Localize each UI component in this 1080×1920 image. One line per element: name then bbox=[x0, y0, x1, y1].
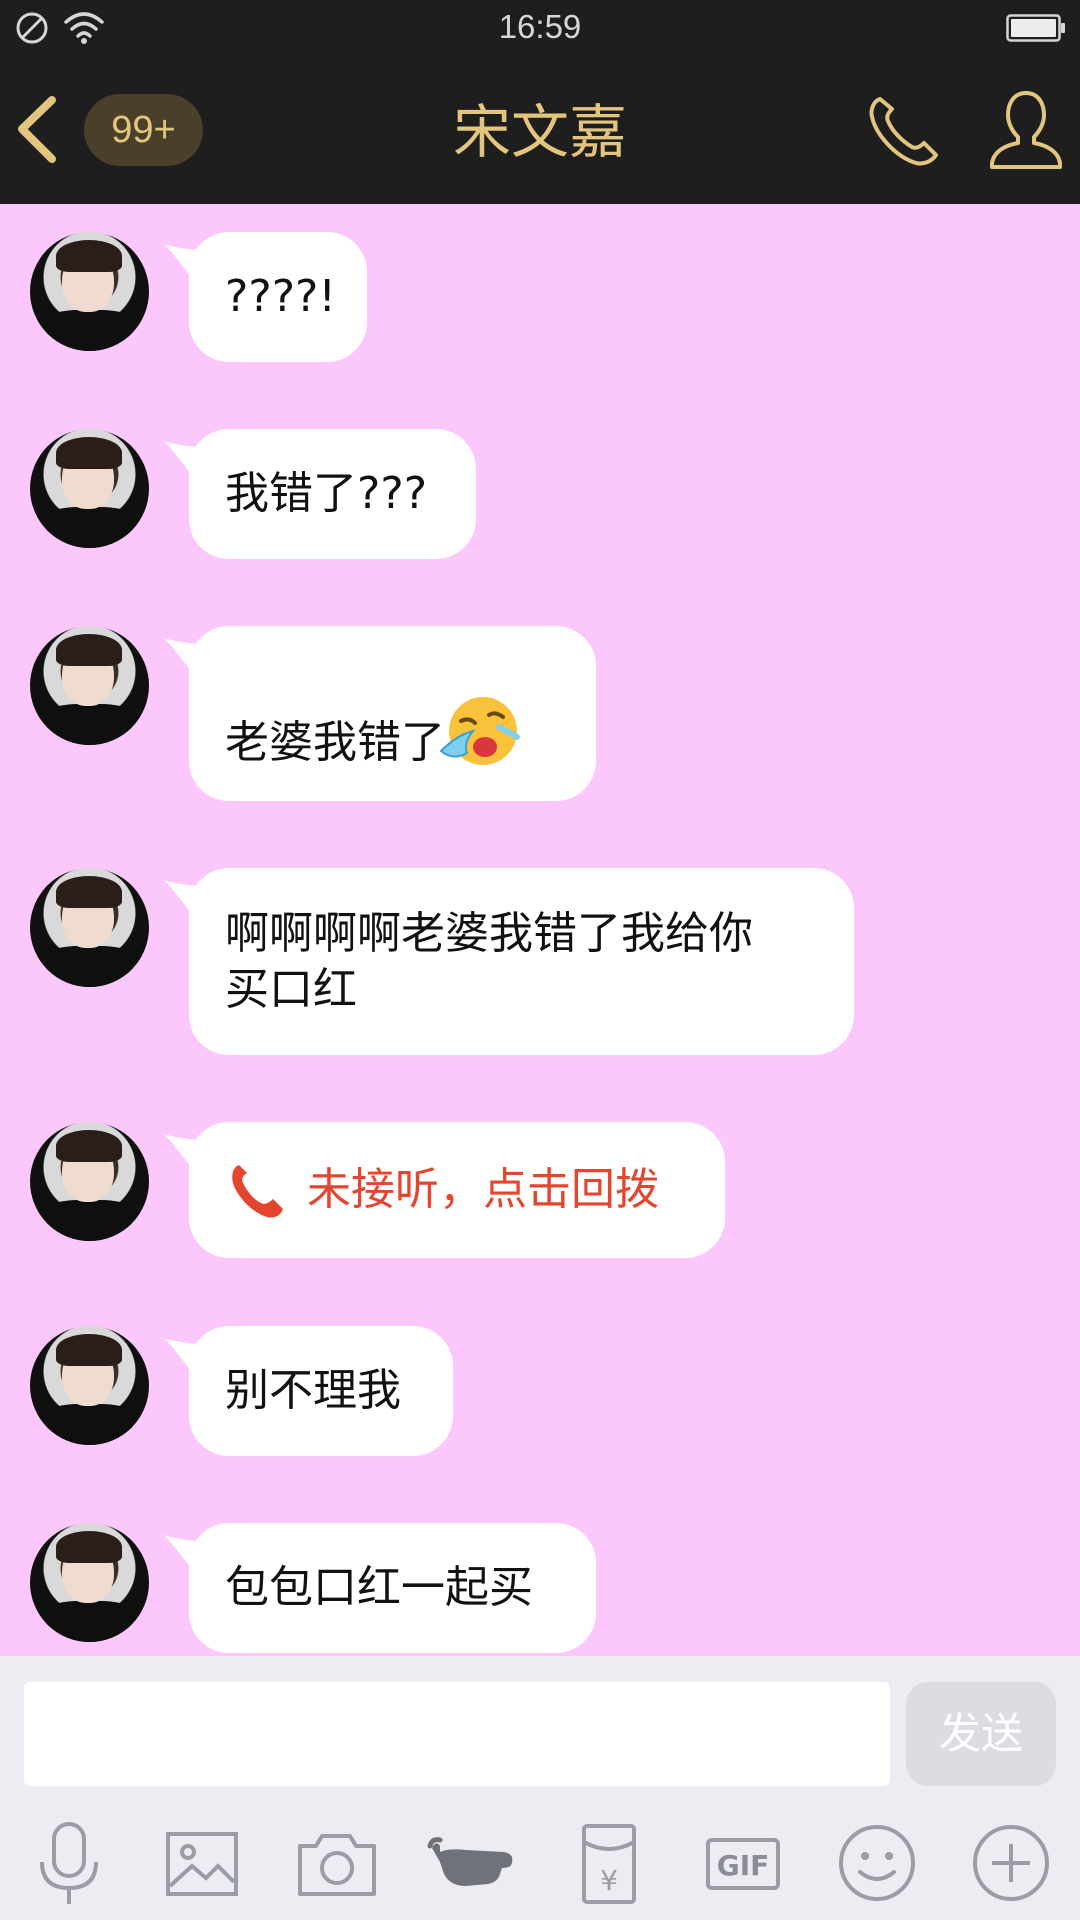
message-text: 我错了??? bbox=[225, 468, 428, 519]
message-input[interactable] bbox=[24, 1682, 890, 1786]
message-text-line: 啊啊啊啊老婆我错了我给你 bbox=[225, 907, 753, 959]
chat-message-list[interactable]: ????! 我错了??? 老婆我错了 啊啊啊啊老婆我错了我给你 买口红 未接听，… bbox=[0, 204, 1080, 1656]
sender-avatar[interactable] bbox=[30, 1523, 149, 1642]
message-bubble[interactable]: 啊啊啊啊老婆我错了我给你 买口红 bbox=[189, 868, 854, 1055]
unread-badge[interactable]: 99+ bbox=[84, 94, 203, 166]
sender-avatar[interactable] bbox=[30, 1326, 149, 1445]
sender-avatar[interactable] bbox=[30, 429, 149, 548]
message-text: ????! bbox=[225, 271, 337, 322]
chat-header: 99+ 宋文嘉 bbox=[0, 57, 1080, 204]
contact-profile-icon[interactable] bbox=[988, 87, 1064, 171]
missed-call-bubble[interactable]: 未接听，点击回拨 bbox=[189, 1122, 725, 1258]
missed-call-phone-icon bbox=[232, 1165, 283, 1218]
camera-icon[interactable] bbox=[292, 1818, 382, 1908]
gif-label: GIF bbox=[717, 1849, 770, 1882]
battery-icon bbox=[1006, 14, 1065, 42]
back-arrow-icon[interactable] bbox=[12, 92, 62, 167]
gif-icon[interactable]: GIF bbox=[698, 1818, 788, 1908]
status-time: 16:59 bbox=[498, 8, 582, 45]
message-bubble[interactable]: 别不理我 bbox=[189, 1326, 453, 1456]
message-text: 老婆我错了 bbox=[225, 717, 445, 768]
plus-icon[interactable] bbox=[966, 1818, 1056, 1908]
message-bubble[interactable]: 包包口红一起买 bbox=[189, 1523, 596, 1653]
message-bubble[interactable]: 老婆我错了 bbox=[189, 626, 596, 801]
phone-call-icon[interactable] bbox=[866, 93, 942, 169]
red-packet-icon[interactable]: ¥ bbox=[564, 1818, 654, 1908]
send-button[interactable]: 发送 bbox=[906, 1682, 1056, 1786]
sender-avatar[interactable] bbox=[30, 868, 149, 987]
message-text: 包包口红一起买 bbox=[225, 1562, 533, 1613]
image-icon[interactable] bbox=[158, 1818, 248, 1908]
message-bubble[interactable]: ????! bbox=[189, 232, 367, 362]
loudly-crying-emoji-icon bbox=[439, 697, 520, 765]
missed-call-text: 未接听，点击回拨 bbox=[307, 1164, 659, 1215]
sender-avatar[interactable] bbox=[30, 232, 149, 351]
emoji-icon[interactable] bbox=[832, 1818, 922, 1908]
status-bar: 16:59 bbox=[0, 0, 1080, 57]
sender-avatar[interactable] bbox=[30, 1122, 149, 1241]
yuan-symbol: ¥ bbox=[600, 1864, 618, 1897]
sender-avatar[interactable] bbox=[30, 626, 149, 745]
message-text: 别不理我 bbox=[225, 1365, 401, 1416]
input-bar: 发送 ¥ GIF bbox=[0, 1656, 1080, 1920]
message-text-line: 买口红 bbox=[225, 963, 357, 1015]
microphone-icon[interactable] bbox=[24, 1818, 114, 1908]
message-bubble[interactable]: 我错了??? bbox=[189, 429, 476, 559]
poke-hand-icon[interactable] bbox=[426, 1818, 516, 1908]
